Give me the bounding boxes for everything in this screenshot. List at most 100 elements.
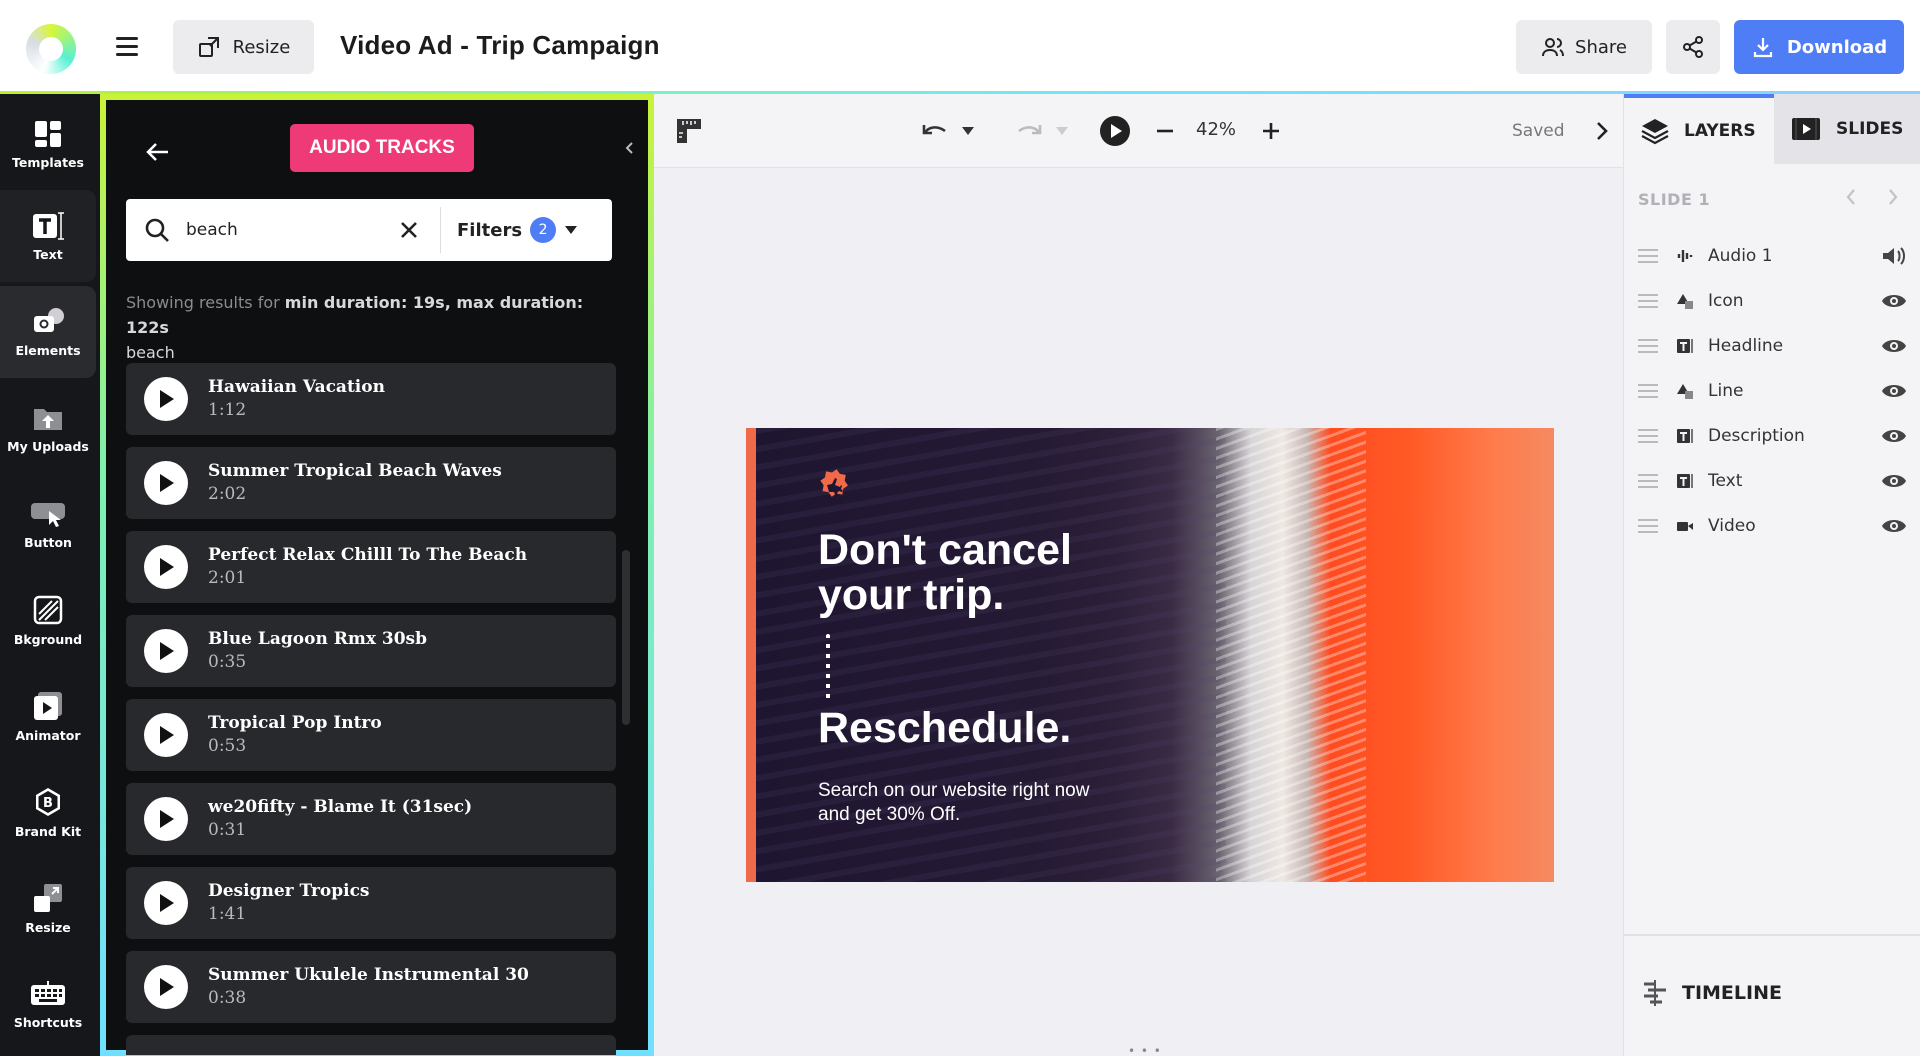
ruler-button[interactable] (672, 114, 706, 148)
track-item[interactable]: Perfect Relax Chilll To The Beach 2:01 (126, 531, 616, 603)
scrollbar[interactable] (622, 550, 630, 725)
eye-icon[interactable] (1881, 290, 1907, 312)
rail-item-label: Button (24, 534, 72, 550)
filters-button[interactable]: Filters 2 (457, 217, 578, 243)
eye-icon[interactable] (1881, 425, 1907, 447)
track-item[interactable] (126, 1035, 616, 1055)
drag-handle-icon[interactable] (1638, 339, 1658, 353)
rail-item-text[interactable]: Text (0, 190, 96, 282)
timeline-button[interactable]: TIMELINE (1640, 978, 1782, 1008)
chevron-left-icon[interactable] (622, 140, 638, 156)
rail-item-brand-kit[interactable]: B Brand Kit (0, 766, 96, 858)
menu-button[interactable] (116, 32, 144, 60)
track-item[interactable]: Blue Lagoon Rmx 30sb 0:35 (126, 615, 616, 687)
layer-row[interactable]: Line (1624, 369, 1920, 413)
drag-handle-icon[interactable] (1638, 384, 1658, 398)
play-icon (160, 894, 174, 912)
redo-button[interactable] (1012, 114, 1046, 148)
expand-panel-button[interactable] (1590, 114, 1614, 148)
layer-row[interactable]: Video (1624, 504, 1920, 548)
slide-accent-bar[interactable] (746, 428, 756, 882)
app-logo[interactable] (26, 24, 76, 74)
eye-icon[interactable] (1881, 335, 1907, 357)
play-button[interactable] (144, 713, 188, 757)
undo-button[interactable] (918, 114, 952, 148)
drag-handle-icon[interactable] (1638, 429, 1658, 443)
rail-item-animator[interactable]: Animator (0, 670, 96, 762)
play-button[interactable] (144, 545, 188, 589)
eye-icon[interactable] (1881, 470, 1907, 492)
play-button[interactable] (144, 797, 188, 841)
text-layer-icon (1676, 337, 1694, 355)
document-title[interactable]: Video Ad - Trip Campaign (340, 30, 660, 61)
slide-description[interactable]: Search on our website right now and get … (818, 779, 1098, 827)
layer-row[interactable]: Text (1624, 459, 1920, 503)
layer-row[interactable]: Headline (1624, 324, 1920, 368)
drag-handle-icon[interactable] (1638, 294, 1658, 308)
dotted-line[interactable] (826, 634, 830, 700)
back-arrow-icon[interactable] (142, 136, 174, 168)
rail-item-elements[interactable]: Elements (0, 286, 96, 378)
track-info: Tropical Pop Intro 0:53 (208, 712, 382, 758)
play-icon (160, 810, 174, 828)
drag-handle-icon[interactable] (1638, 519, 1658, 533)
download-button-label: Download (1786, 36, 1888, 58)
previous-slide-button[interactable] (1840, 186, 1862, 208)
share-button[interactable]: Share (1516, 20, 1652, 74)
play-button[interactable] (144, 377, 188, 421)
drag-handle-icon[interactable] (1638, 249, 1658, 263)
slide-canvas[interactable]: Don't cancel your trip. Reschedule. Sear… (746, 428, 1554, 882)
track-item[interactable]: Summer Ukulele Instrumental 30 0:38 (126, 951, 616, 1023)
caret-down-icon (1056, 127, 1068, 135)
tab-layers[interactable]: LAYERS (1624, 94, 1774, 164)
tab-slides[interactable]: SLIDES (1774, 94, 1920, 164)
redo-history-dropdown[interactable] (1052, 114, 1072, 148)
download-button[interactable]: Download (1734, 20, 1904, 74)
play-icon (160, 978, 174, 996)
rail-item-background[interactable]: Bkground (0, 574, 96, 666)
clear-search-button[interactable] (396, 217, 422, 243)
redo-icon (1018, 125, 1042, 135)
layer-row[interactable]: Icon (1624, 279, 1920, 323)
speaker-icon[interactable] (1881, 245, 1907, 267)
eye-icon[interactable] (1881, 515, 1907, 537)
play-button[interactable] (144, 881, 188, 925)
resize-button[interactable]: Resize (173, 20, 314, 74)
layer-row[interactable]: Description (1624, 414, 1920, 458)
divider (440, 207, 441, 253)
zoom-out-button[interactable] (1150, 114, 1180, 148)
track-item[interactable]: Summer Tropical Beach Waves 2:02 (126, 447, 616, 519)
next-slide-button[interactable] (1882, 186, 1904, 208)
track-item[interactable]: Tropical Pop Intro 0:53 (126, 699, 616, 771)
track-item[interactable]: we20fifty - Blame It (31sec) 0:31 (126, 783, 616, 855)
rail-item-resize[interactable]: Resize (0, 862, 96, 954)
rail-item-templates[interactable]: Templates (0, 98, 96, 190)
share-link-button[interactable] (1666, 20, 1720, 74)
play-button[interactable] (144, 629, 188, 673)
play-icon (160, 558, 174, 576)
rail-item-label: Elements (15, 342, 81, 358)
rail-item-label: Shortcuts (13, 1014, 83, 1030)
slide-subhead[interactable]: Reschedule. (818, 704, 1071, 753)
rail-item-label: Animator (15, 727, 81, 743)
rail-item-uploads[interactable]: My Uploads (0, 382, 96, 474)
video-icon (1676, 517, 1694, 535)
drag-handle-icon[interactable] (1638, 474, 1658, 488)
hamburger-icon-bar (116, 44, 138, 48)
rail-item-shortcuts[interactable]: Shortcuts (0, 958, 96, 1050)
track-item[interactable]: Designer Tropics 1:41 (126, 867, 616, 939)
play-preview-button[interactable] (1098, 114, 1132, 148)
slide-headline[interactable]: Don't cancel your trip. (818, 528, 1138, 618)
search-input[interactable] (186, 220, 382, 240)
share-nodes-icon (1683, 36, 1703, 58)
airplane-badge-icon[interactable] (818, 468, 850, 500)
undo-history-dropdown[interactable] (958, 114, 978, 148)
zoom-in-button[interactable] (1256, 114, 1286, 148)
play-button[interactable] (144, 965, 188, 1009)
layer-row[interactable]: Audio 1 (1624, 234, 1920, 278)
track-item[interactable]: Hawaiian Vacation 1:12 (126, 363, 616, 435)
timeline-resize-handle[interactable]: • • • (1128, 1044, 1162, 1056)
rail-item-button[interactable]: Button (0, 478, 96, 570)
play-button[interactable] (144, 461, 188, 505)
eye-icon[interactable] (1881, 380, 1907, 402)
